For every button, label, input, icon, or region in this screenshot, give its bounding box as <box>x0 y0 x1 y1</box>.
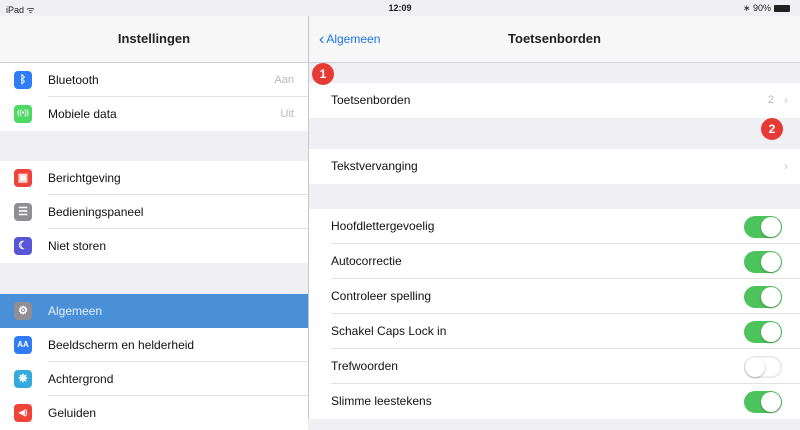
bluetooth-icon: ᛒ <box>14 71 32 89</box>
sidebar-item-label: Bedieningspaneel <box>48 205 144 219</box>
toggle-knob <box>761 392 781 412</box>
auto-capitalization-row: Hoofdlettergevoelig <box>309 209 800 244</box>
toggle-label: Schakel Caps Lock in <box>331 324 447 338</box>
caps-lock-toggle[interactable] <box>744 321 782 343</box>
status-bar: iPad ᯤ 12:09 ∗ 90% <box>0 0 800 16</box>
antenna-icon: ((•)) <box>14 105 32 123</box>
battery-icon <box>774 5 790 13</box>
sidebar-item-label: Algemeen <box>48 304 103 318</box>
sidebar-item-wallpaper[interactable]: ❋ Achtergrond <box>0 362 308 396</box>
toggle-label: Slimme leestekens <box>331 394 432 408</box>
sidebar-item-label: Niet storen <box>48 239 107 253</box>
toggle-knob <box>761 217 781 237</box>
page-title: Toetsenborden <box>508 31 601 46</box>
toggle-knob <box>761 252 781 272</box>
chevron-right-icon: › <box>784 159 788 173</box>
wallpaper-icon: ❋ <box>14 370 32 388</box>
autocorrect-toggle[interactable] <box>744 251 782 273</box>
shortcuts-row: Trefwoorden <box>309 349 800 384</box>
sidebar-item-label: Beeldscherm en helderheid <box>48 338 195 352</box>
display-icon: AA <box>14 336 32 354</box>
keyboards-count: 2 <box>767 94 774 106</box>
sidebar-item-mobile-data[interactable]: ((•)) Mobiele data Uit <box>0 97 308 131</box>
moon-icon: ☾ <box>14 237 32 255</box>
toggle-knob <box>745 357 765 377</box>
toggle-label: Trefwoorden <box>331 359 398 373</box>
navigation-bar: ‹ Algemeen Toetsenborden <box>309 16 800 63</box>
sidebar-item-do-not-disturb[interactable]: ☾ Niet storen <box>0 229 308 263</box>
sidebar-item-notifications[interactable]: ▣ Berichtgeving <box>0 161 308 195</box>
notifications-icon: ▣ <box>14 169 32 187</box>
clock: 12:09 <box>388 3 412 13</box>
spell-check-row: Controleer spelling <box>309 279 800 314</box>
battery-text: ∗ 90% <box>742 3 771 13</box>
keyboards-row[interactable]: Toetsenborden 2 › <box>309 83 800 118</box>
smart-punctuation-row: Slimme leestekens <box>309 384 800 419</box>
toggle-label: Hoofdlettergevoelig <box>331 219 435 233</box>
toggle-knob <box>761 322 781 342</box>
sidebar-item-value: Aan <box>274 74 294 86</box>
toggle-label: Autocorrectie <box>331 254 402 268</box>
sidebar-title: Instellingen <box>0 16 308 63</box>
smart-punctuation-toggle[interactable] <box>744 391 782 413</box>
sidebar-item-sounds[interactable]: ◀) Geluiden <box>0 396 308 430</box>
sidebar-item-label: Berichtgeving <box>48 171 121 185</box>
toggle-label: Controleer spelling <box>331 289 432 303</box>
speaker-icon: ◀) <box>14 404 32 422</box>
control-center-icon: ☰ <box>14 203 32 221</box>
sidebar-item-label: Mobiele data <box>48 107 117 121</box>
sidebar-item-label: Achtergrond <box>48 372 114 386</box>
sidebar-item-label: Geluiden <box>48 406 97 420</box>
toggle-knob <box>761 287 781 307</box>
sidebar-item-label: Bluetooth <box>48 73 99 87</box>
sidebar-item-display[interactable]: AA Beeldscherm en helderheid <box>0 328 308 362</box>
keyboards-panel: ‹ Algemeen Toetsenborden Toetsenborden 2 … <box>309 16 800 419</box>
caps-lock-row: Schakel Caps Lock in <box>309 314 800 349</box>
autocorrect-row: Autocorrectie <box>309 244 800 279</box>
sidebar-item-control-center[interactable]: ☰ Bedieningspaneel <box>0 195 308 229</box>
sidebar-item-general[interactable]: ⚙ Algemeen <box>0 294 308 328</box>
gear-icon: ⚙ <box>14 302 32 320</box>
chevron-right-icon: › <box>784 93 788 107</box>
keyboards-row-label: Toetsenborden <box>331 93 411 107</box>
sidebar-item-value: Uit <box>280 108 294 120</box>
spell-check-toggle[interactable] <box>744 286 782 308</box>
step-badge-2: 2 <box>761 118 783 140</box>
sidebar-item-bluetooth[interactable]: ᛒ Bluetooth Aan <box>0 63 308 97</box>
shortcuts-toggle[interactable] <box>744 356 782 378</box>
settings-sidebar: Instellingen ᛒ Bluetooth Aan ((•)) Mobie… <box>0 16 309 430</box>
battery-indicator: ∗ 90% <box>743 3 790 14</box>
text-replacement-label: Tekstvervanging <box>331 159 418 173</box>
auto-capitalization-toggle[interactable] <box>744 216 782 238</box>
text-replacement-row[interactable]: Tekstvervanging › <box>309 149 800 184</box>
step-badge-1: 1 <box>312 63 334 85</box>
